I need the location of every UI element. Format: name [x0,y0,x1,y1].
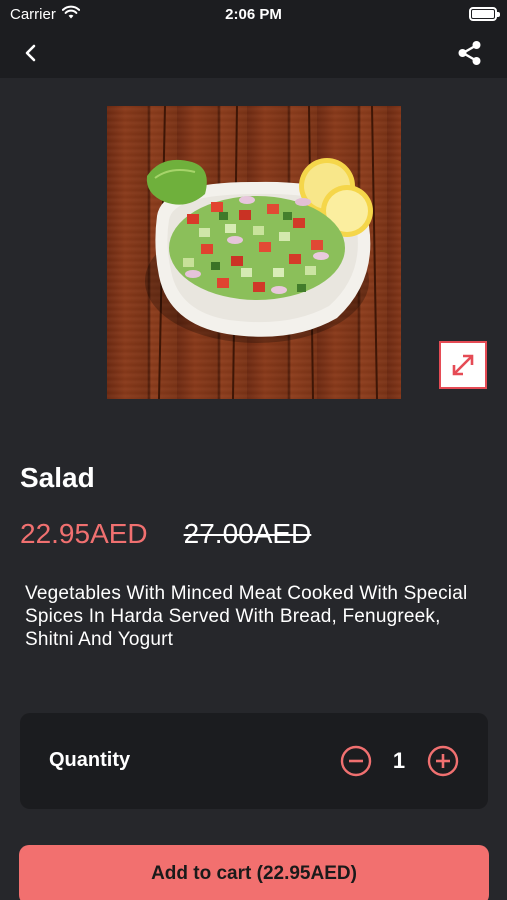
back-button[interactable] [16,38,46,68]
screen: Carrier 2:06 PM Salad 22.95AED 27.00AED … [0,0,507,900]
battery-icon [469,7,500,21]
salad-illustration [145,106,378,399]
increase-quantity-button[interactable] [427,745,459,777]
plus-circle-icon [427,745,459,777]
product-image [107,106,401,399]
share-icon [458,41,481,65]
expand-icon [452,354,474,376]
share-button[interactable] [453,36,487,70]
status-left: Carrier [10,5,80,23]
wifi-icon [61,5,80,23]
nav-bar [0,28,507,78]
product-title: Salad [20,462,95,493]
product-description: Vegetables With Minced Meat Cooked With … [25,583,468,650]
quantity-value: 1 [392,748,406,773]
quantity-card: Quantity 1 [20,713,488,809]
price-row: 22.95AED 27.00AED [20,518,311,550]
chevron-left-icon [25,44,36,62]
add-to-cart-button[interactable]: Add to cart (22.95AED) [19,845,489,900]
battery-level [472,10,494,18]
original-price: 27.00AED [183,518,312,549]
minus-circle-icon [340,745,372,777]
status-bar: Carrier 2:06 PM [0,0,507,28]
carrier-label: Carrier [10,5,56,23]
quantity-label: Quantity [49,749,131,771]
decrease-quantity-button[interactable] [340,745,372,777]
expand-image-button[interactable] [439,341,487,389]
current-price: 22.95AED [20,518,148,549]
